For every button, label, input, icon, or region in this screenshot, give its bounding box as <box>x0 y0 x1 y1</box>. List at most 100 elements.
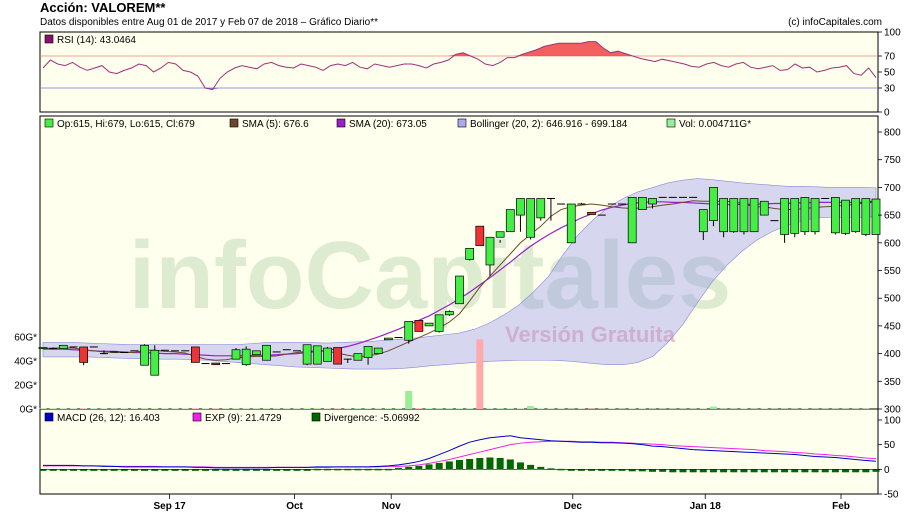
volume-bar <box>181 408 189 409</box>
candle-body <box>434 314 444 332</box>
divergence-bar <box>669 469 677 473</box>
divergence-bar <box>649 469 657 472</box>
divergence-bar <box>39 469 47 471</box>
volume-bar <box>547 408 555 409</box>
volume-y-tick-label: 40G* <box>14 357 37 368</box>
price-y-tick-label: 600 <box>884 238 901 249</box>
divergence-bar <box>516 462 524 470</box>
price-y-tick-label: 800 <box>884 128 901 139</box>
divergence-bar <box>770 469 778 473</box>
candle-body <box>841 199 850 234</box>
divergence-bar <box>222 469 230 471</box>
price-y-tick-label: 650 <box>884 211 901 222</box>
x-tick-label: Dec <box>564 501 583 512</box>
candle-body <box>749 198 759 233</box>
divergence-bar <box>486 457 494 470</box>
divergence-bar <box>181 469 189 471</box>
divergence-bar <box>415 465 423 470</box>
price-y-tick-label: 500 <box>884 294 901 305</box>
candle-body <box>404 321 414 341</box>
divergence-bar <box>90 469 98 471</box>
volume-y-tick-label: 60G* <box>14 333 37 344</box>
signal-legend-label: EXP (9): 21.4729 <box>205 413 282 424</box>
divergence-bar <box>364 468 372 471</box>
candle-body <box>414 320 424 332</box>
divergence-bar <box>120 469 128 471</box>
divergence-bar <box>608 469 616 471</box>
divergence-bar <box>811 469 819 473</box>
divergence-bar <box>252 469 260 471</box>
divergence-bar <box>202 469 210 471</box>
volume-bar <box>496 408 504 409</box>
ohlc-legend-label: Op:615, Hi:679, Lo:615, Cl:679 <box>57 119 195 130</box>
rsi-y-tick-label: 70 <box>884 52 896 63</box>
volume-bar <box>364 408 372 409</box>
divergence-bar <box>273 469 281 471</box>
divergence-bar <box>760 469 768 473</box>
divergence-bar <box>130 469 138 471</box>
volume-bar <box>425 408 433 409</box>
stock-chart: infoCapitales Versión Gratuita 100705030… <box>14 28 901 513</box>
divergence-bar <box>445 461 453 470</box>
volume-bar <box>212 408 220 409</box>
volume-bar <box>395 408 403 409</box>
candle-body <box>211 362 221 366</box>
candle-body <box>729 198 739 233</box>
divergence-bar <box>384 468 392 471</box>
candle-body <box>302 344 312 365</box>
volume-legend-label: Vol: 0.004711G* <box>679 119 751 130</box>
divergence-bar <box>59 469 67 471</box>
divergence-bar <box>496 457 504 470</box>
candle-body <box>58 344 68 349</box>
candle-body <box>739 198 749 233</box>
volume-bar <box>80 408 88 409</box>
candle-body <box>627 197 637 244</box>
volume-bar <box>39 408 47 409</box>
candle-body <box>719 198 728 233</box>
volume-bar <box>466 408 474 409</box>
divergence-bar <box>476 457 484 470</box>
sma5-legend-label: SMA (5): 676.6 <box>242 119 309 130</box>
candle-body <box>241 348 251 366</box>
rsi-panel <box>39 31 879 113</box>
divergence-bar <box>537 466 545 470</box>
candle-body <box>759 200 769 216</box>
divergence-bar <box>709 469 717 473</box>
candle-body <box>536 198 546 219</box>
volume-bar <box>293 408 301 409</box>
volume-bar <box>334 408 342 409</box>
x-tick-label: Nov <box>382 501 401 512</box>
divergence-bar <box>740 469 748 473</box>
candle-body <box>790 198 800 234</box>
candle-body <box>465 247 475 260</box>
divergence-bar <box>191 469 199 471</box>
x-tick-label: Jan 18 <box>690 501 722 512</box>
divergence-bar <box>618 469 626 471</box>
divergence-bar <box>750 469 758 473</box>
candle-body <box>485 236 495 266</box>
divergence-bar <box>720 469 728 473</box>
price-y-tick-label: 350 <box>884 377 901 388</box>
divergence-bar <box>842 469 850 473</box>
volume-bar <box>191 408 199 409</box>
divergence-bar <box>852 469 860 473</box>
volume-bar <box>161 408 169 409</box>
price-y-tick-label: 450 <box>884 321 901 332</box>
candle-body <box>800 197 810 233</box>
volume-y-tick-label: 0G* <box>20 405 37 416</box>
volume-bar <box>405 391 413 409</box>
x-tick-label: Sep 17 <box>153 501 186 512</box>
divergence-bar <box>598 469 606 471</box>
candle-body <box>637 197 647 210</box>
volume-bar <box>141 408 149 409</box>
macd-legend-label: MACD (26, 12): 16.403 <box>57 413 160 424</box>
price-y-tick-label: 700 <box>884 183 901 194</box>
divergence-bar <box>344 468 352 471</box>
divergence-bar <box>293 469 301 471</box>
volume-bar <box>59 408 67 409</box>
divergence-bar <box>831 469 839 473</box>
candle-body <box>505 209 515 233</box>
divergence-bar <box>110 469 118 471</box>
divergence-bar <box>151 469 159 471</box>
divergence-legend-label: Divergence: -5.06992 <box>324 413 420 424</box>
